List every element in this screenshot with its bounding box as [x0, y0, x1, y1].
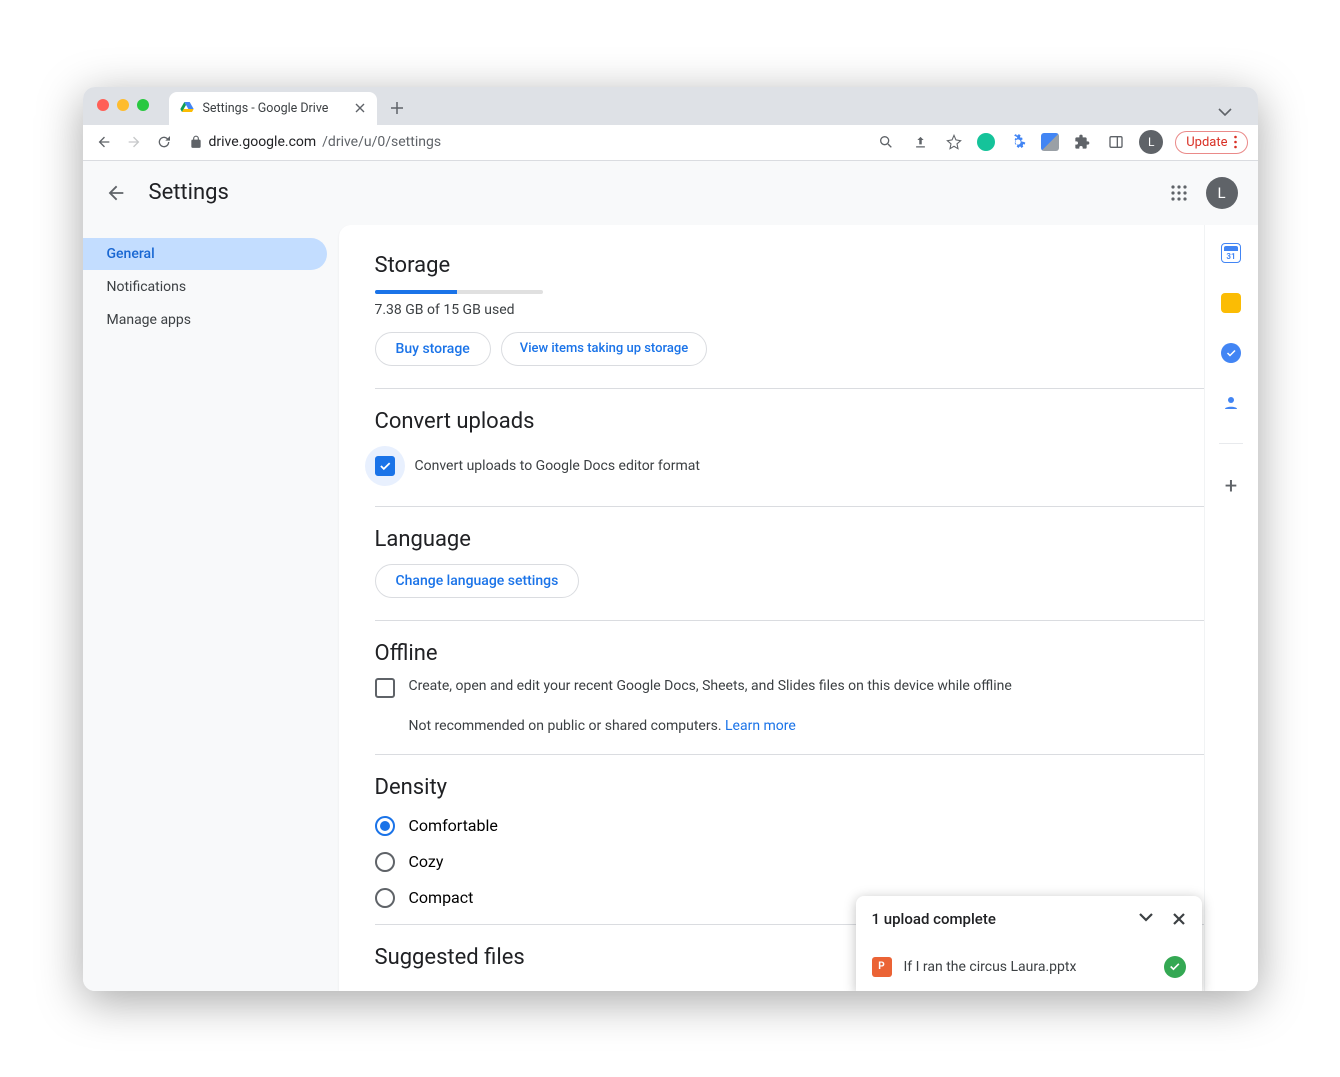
section-convert-uploads: Convert uploads Convert uploads to Googl… — [375, 409, 1222, 486]
upload-file-name: If I ran the circus Laura.pptx — [904, 959, 1077, 975]
sidebar-item-general[interactable]: General — [83, 238, 327, 270]
upload-success-icon — [1164, 956, 1186, 978]
section-offline: Offline Create, open and edit your recen… — [375, 641, 1222, 734]
divider — [375, 388, 1222, 389]
density-option-cozy[interactable]: Cozy — [375, 852, 1222, 872]
reload-button[interactable] — [153, 131, 175, 153]
view-items-button[interactable]: View items taking up storage — [501, 332, 707, 366]
settings-sidebar: General Notifications Manage apps — [83, 225, 339, 991]
tab-title: Settings - Google Drive — [203, 101, 329, 116]
forward-button[interactable] — [123, 131, 145, 153]
storage-used-text: 7.38 GB of 15 GB used — [375, 302, 1222, 318]
tab-strip: Settings - Google Drive — [83, 87, 1258, 125]
offline-subtext: Not recommended on public or shared comp… — [409, 718, 1222, 734]
browser-tab[interactable]: Settings - Google Drive — [169, 92, 377, 125]
profile-avatar[interactable]: L — [1139, 130, 1163, 154]
extension-grammarly-icon[interactable] — [977, 133, 995, 151]
keep-icon[interactable] — [1221, 293, 1241, 313]
account-avatar[interactable]: L — [1206, 177, 1238, 209]
close-window-button[interactable] — [97, 99, 109, 111]
side-panel-icon[interactable] — [1105, 131, 1127, 153]
back-arrow-button[interactable] — [103, 180, 129, 206]
storage-progress-bar — [375, 290, 543, 294]
section-title: Language — [375, 527, 1222, 552]
toast-title: 1 upload complete — [872, 910, 996, 928]
divider — [375, 754, 1222, 755]
section-title: Storage — [375, 253, 1222, 278]
toast-close-button[interactable] — [1172, 912, 1186, 926]
tab-list-button[interactable] — [1212, 99, 1238, 125]
section-title: Offline — [375, 641, 1222, 666]
learn-more-link[interactable]: Learn more — [725, 718, 796, 734]
radio-button[interactable] — [375, 852, 395, 872]
calendar-icon[interactable]: 31 — [1221, 243, 1241, 263]
url-domain: drive.google.com — [209, 134, 317, 150]
checkbox-label: Create, open and edit your recent Google… — [409, 678, 1012, 694]
address-bar[interactable]: drive.google.com/drive/u/0/settings — [189, 134, 442, 150]
url-path: /drive/u/0/settings — [322, 134, 441, 150]
page-title: Settings — [149, 180, 229, 205]
buy-storage-button[interactable]: Buy storage — [375, 332, 491, 366]
extension-gear-icon[interactable] — [1007, 131, 1029, 153]
section-language: Language Change language settings — [375, 527, 1222, 598]
contacts-icon[interactable] — [1221, 393, 1241, 413]
share-icon[interactable] — [909, 131, 931, 153]
extension-translate-icon[interactable] — [1041, 133, 1059, 151]
browser-toolbar: drive.google.com/drive/u/0/settings L Up… — [83, 125, 1258, 161]
extensions-icon[interactable] — [1071, 131, 1093, 153]
update-button[interactable]: Update — [1175, 131, 1247, 154]
divider — [375, 506, 1222, 507]
section-storage: Storage 7.38 GB of 15 GB used Buy storag… — [375, 253, 1222, 366]
radio-label: Cozy — [409, 852, 444, 871]
zoom-icon[interactable] — [875, 131, 897, 153]
offline-checkbox[interactable] — [375, 678, 395, 698]
sidebar-item-manage-apps[interactable]: Manage apps — [83, 304, 327, 336]
storage-progress-fill — [375, 290, 457, 294]
radio-button[interactable] — [375, 888, 395, 908]
toast-collapse-button[interactable] — [1138, 912, 1154, 926]
upload-file-row[interactable]: P If I ran the circus Laura.pptx — [856, 942, 1202, 991]
minimize-window-button[interactable] — [117, 99, 129, 111]
divider — [375, 620, 1222, 621]
new-tab-button[interactable] — [383, 94, 411, 122]
sidebar-item-notifications[interactable]: Notifications — [83, 271, 327, 303]
sidebar-item-label: Notifications — [107, 279, 187, 295]
section-density: Density Comfortable Cozy Compact — [375, 775, 1222, 908]
density-option-comfortable[interactable]: Comfortable — [375, 816, 1222, 836]
settings-content: Storage 7.38 GB of 15 GB used Buy storag… — [339, 225, 1258, 991]
change-language-button[interactable]: Change language settings — [375, 564, 580, 598]
radio-label: Comfortable — [409, 816, 498, 835]
back-button[interactable] — [93, 131, 115, 153]
app-header: Settings L — [83, 161, 1258, 225]
close-tab-button[interactable] — [353, 101, 367, 115]
sidebar-item-label: Manage apps — [107, 312, 192, 328]
convert-uploads-checkbox[interactable] — [375, 456, 395, 476]
window-controls — [97, 99, 149, 111]
upload-toast: 1 upload complete P If I ran the circus … — [856, 896, 1202, 991]
drive-icon — [179, 100, 195, 116]
section-title: Density — [375, 775, 1222, 800]
sidebar-item-label: General — [107, 246, 155, 262]
radio-button[interactable] — [375, 816, 395, 836]
add-addon-button[interactable]: + — [1225, 474, 1237, 499]
bookmark-icon[interactable] — [943, 131, 965, 153]
tasks-icon[interactable] — [1221, 343, 1241, 363]
powerpoint-icon: P — [872, 957, 892, 977]
maximize-window-button[interactable] — [137, 99, 149, 111]
side-panel-rail: 31 + — [1204, 225, 1258, 991]
section-title: Convert uploads — [375, 409, 1222, 434]
checkbox-label: Convert uploads to Google Docs editor fo… — [415, 458, 700, 474]
apps-grid-button[interactable] — [1170, 184, 1188, 202]
radio-label: Compact — [409, 888, 474, 907]
lock-icon — [189, 135, 203, 149]
